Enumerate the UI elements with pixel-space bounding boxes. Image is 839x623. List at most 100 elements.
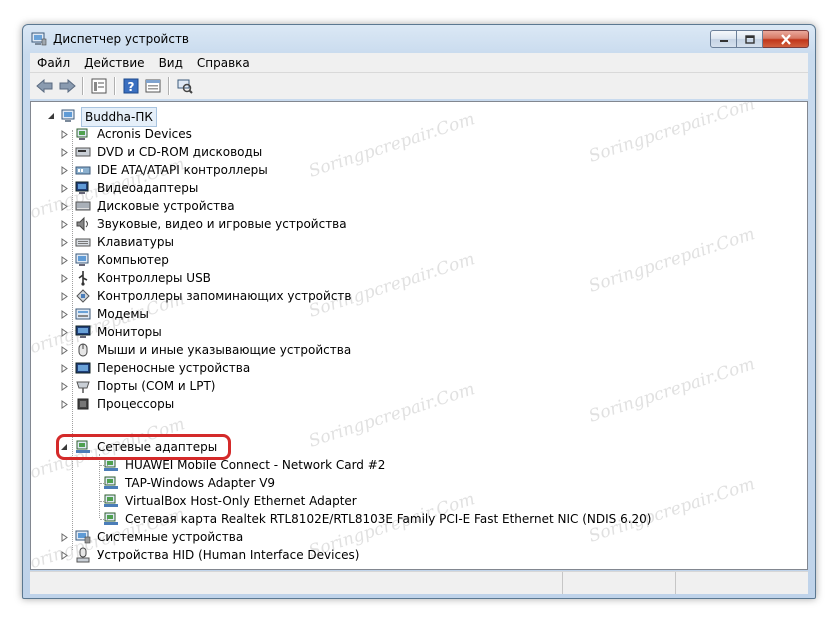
tree-node-category[interactable]: Устройства HID (Human Interface Devices) [31,546,771,564]
view-button[interactable] [142,75,164,97]
expand-arrow-icon[interactable] [60,179,69,197]
close-button[interactable] [763,30,809,48]
tree-node-label: Клавиатуры [97,235,174,249]
tree-node-category[interactable]: IDE ATA/ATAPI контроллеры [31,161,771,179]
tree-node-category[interactable]: Контроллеры запоминающих устройств [31,287,771,305]
menu-view[interactable]: Вид [152,56,190,70]
computer-icon [61,109,75,122]
tree-node-label: Переносные устройства [97,361,251,375]
back-button[interactable] [34,75,56,97]
menu-help[interactable]: Справка [190,56,257,70]
hid-icon [76,547,90,563]
scan-hardware-button[interactable] [174,75,196,97]
tree-node-category[interactable]: Модемы [31,305,771,323]
expand-arrow-icon[interactable] [60,197,69,215]
tree-node-device[interactable]: VirtualBox Host-Only Ethernet Adapter [31,492,771,510]
tree-root[interactable]: Buddha-ПК [45,107,445,127]
tree-node-category[interactable]: Мыши и иные указывающие устройства [31,341,771,359]
tree-node-category[interactable]: Звуковые, видео и игровые устройства [31,215,771,233]
expand-arrow-icon[interactable] [60,287,69,305]
view-icon [145,79,161,93]
collapse-arrow-icon[interactable] [47,107,56,125]
tree-connector [100,501,108,502]
tree-node-category[interactable]: Системные устройства [31,528,771,546]
tree-node-category[interactable]: Процессоры [31,395,771,413]
tree-node-category[interactable]: Компьютер [31,251,771,269]
menu-action[interactable]: Действие [77,56,151,70]
status-pane [563,572,676,594]
scan-hardware-icon [177,79,193,94]
help-icon: ? [123,78,139,94]
expand-arrow-icon[interactable] [60,269,69,287]
minimize-icon [719,40,728,42]
sound-icon [76,216,88,232]
close-icon [780,33,791,45]
device-manager-icon [31,32,47,46]
dvd-icon [75,147,91,157]
tree-node-label: Устройства HID (Human Interface Devices) [97,548,360,562]
toolbar-separator [114,77,116,95]
tree-node-label: Компьютер [97,253,169,267]
expand-arrow-icon[interactable] [60,323,69,341]
tree-node-category[interactable]: Переносные устройства [31,359,771,377]
expand-arrow-icon[interactable] [60,125,69,143]
maximize-button[interactable] [737,30,763,48]
menu-file[interactable]: Файл [30,56,77,70]
tree-node-category[interactable]: Мониторы [31,323,771,341]
expand-arrow-icon[interactable] [60,528,69,546]
toolbar-separator [82,77,84,95]
keyboard-icon [75,238,91,247]
status-pane [676,572,808,594]
portable-device-icon [75,362,91,374]
tree-node-category[interactable]: Контроллеры USB [31,269,771,287]
expand-arrow-icon[interactable] [60,377,69,395]
forward-button[interactable] [56,75,78,97]
system-device-icon [75,530,91,544]
tree-connector [100,465,108,466]
ide-icon [75,166,91,175]
modem-icon [75,308,91,320]
device-tree[interactable]: Soringpcrepair.Com Soringpcrepair.Com Sori… [30,101,808,570]
expand-arrow-icon[interactable] [60,546,69,564]
expand-arrow-icon[interactable] [60,215,69,233]
tree-node-category[interactable]: Acronis Devices [31,125,771,143]
toolbar-separator [168,77,170,95]
device-manager-window: Диспетчер устройств Файл Действие Вид Сп… [22,24,816,599]
minimize-button[interactable] [710,30,737,48]
tree-node-device[interactable]: Сетевая карта Realtek RTL8102E/RTL8103E … [31,510,771,528]
expand-arrow-icon[interactable] [60,233,69,251]
tree-node-label: Системные устройства [97,530,244,544]
tree-node-category[interactable]: Видеоадаптеры [31,179,771,197]
tree-node-label: IDE ATA/ATAPI контроллеры [97,163,268,177]
tree-node-category[interactable]: DVD и CD-ROM дисководы [31,143,771,161]
properties-button[interactable] [88,75,110,97]
expand-arrow-icon[interactable] [60,143,69,161]
tree-node-category[interactable]: Дисковые устройства [31,197,771,215]
help-button[interactable]: ? [120,75,142,97]
expand-arrow-icon[interactable] [60,359,69,377]
processor-icon [77,398,89,410]
tree-node-label: Сетевая карта Realtek RTL8102E/RTL8103E … [125,512,652,526]
expand-arrow-icon[interactable] [60,305,69,323]
tree-node-label: VirtualBox Host-Only Ethernet Adapter [125,494,357,508]
tree-node-label: DVD и CD-ROM дисководы [97,145,263,159]
tree-node-label: Acronis Devices [97,127,192,141]
tree-root-label: Buddha-ПК [81,107,157,127]
expand-arrow-icon[interactable] [60,251,69,269]
usb-icon [78,271,88,286]
tree-connector [100,483,108,484]
tree-node-label: Контроллеры USB [97,271,211,285]
expand-arrow-icon[interactable] [60,395,69,413]
tree-node-label: Порты (COM и LPT) [97,379,216,393]
tree-node-device[interactable]: TAP-Windows Adapter V9 [31,474,771,492]
tree-node-label: Мыши и иные указывающие устройства [97,343,352,357]
display-adapter-icon [75,181,89,194]
tree-node-category[interactable]: Клавиатуры [31,233,771,251]
tree-node-label: Дисковые устройства [97,199,235,213]
title-bar[interactable]: Диспетчер устройств [23,25,815,53]
tree-connector [100,519,108,520]
tree-node-category[interactable]: Порты (COM и LPT) [31,377,771,395]
expand-arrow-icon[interactable] [60,341,69,359]
tree-node-label: TAP-Windows Adapter V9 [125,476,276,490]
expand-arrow-icon[interactable] [60,161,69,179]
